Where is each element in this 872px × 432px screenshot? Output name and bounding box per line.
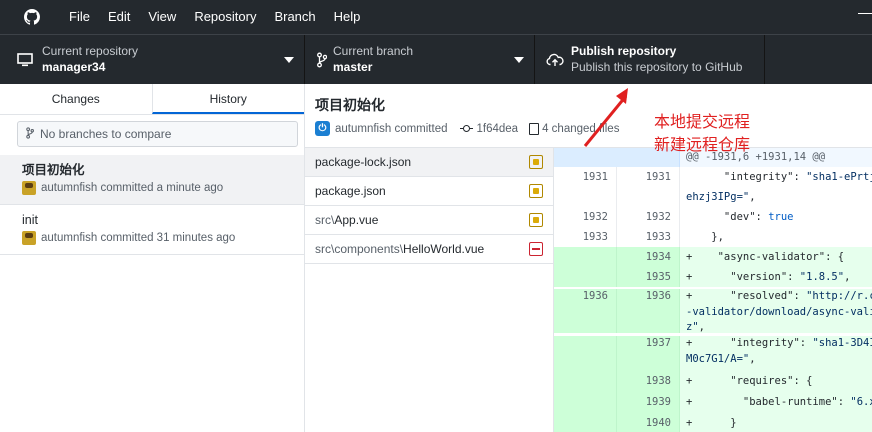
commit-title: init [22, 213, 38, 227]
annotation-arrow-icon [583, 88, 628, 147]
commit-sha[interactable]: 1f64dea [477, 123, 519, 135]
diff-line[interactable]: 1940 + } [554, 413, 872, 432]
annotation-text: 本地提交远程 [654, 112, 751, 131]
file-dir: src\components\ [315, 242, 404, 256]
diff-line[interactable]: 1932 1932 "dev": true [554, 207, 872, 227]
diff-line[interactable]: 1931 1931 "integrity": "sha1-ePrtj ehzj3I… [554, 167, 872, 207]
commit-title: 项目初始化 [22, 163, 85, 177]
diff-line[interactable]: 1937 + "integrity": "sha1-3D4I7 M0c7G1/A… [554, 333, 872, 371]
modified-icon [529, 213, 543, 227]
branch-name: master [333, 60, 373, 74]
tab-changes[interactable]: Changes [0, 84, 152, 114]
file-name: package-lock.json [315, 155, 412, 169]
menu-repository[interactable]: Repository [185, 0, 265, 34]
menu-branch[interactable]: Branch [265, 0, 324, 34]
diff-line[interactable]: 1933 1933 }, [554, 227, 872, 247]
modified-icon [529, 155, 543, 169]
current-repository-button[interactable]: Current repository manager34 [0, 35, 305, 84]
avatar: ⏻ [315, 121, 330, 136]
minimize-icon[interactable] [858, 13, 872, 14]
diff-view: @@ -1931,6 +1931,14 @@ 1931 1931 "integri… [554, 148, 872, 432]
commit-meta: autumnfish committed 31 minutes ago [41, 232, 236, 244]
menu-help[interactable]: Help [325, 0, 370, 34]
sidebar-tabs: Changes History [0, 84, 304, 115]
list-item[interactable]: src\components\ HelloWorld.vue [305, 235, 553, 264]
github-logo-icon [24, 9, 40, 25]
current-branch-button[interactable]: Current branch master [305, 35, 535, 84]
menu-edit[interactable]: Edit [99, 0, 139, 34]
list-item[interactable]: init autumnfish committed 31 minutes ago [0, 205, 304, 255]
file-dir: src\ [315, 213, 335, 227]
diff-line[interactable]: 1938 + "requires": { [554, 371, 872, 392]
compare-branch-input[interactable]: No branches to compare [17, 121, 298, 147]
file-name: package.json [315, 184, 386, 198]
publish-subtitle: Publish this repository to GitHub [571, 60, 743, 74]
list-item[interactable]: src\ App.vue [305, 206, 553, 235]
file-name: App.vue [334, 213, 379, 227]
annotation-text: 新建远程仓库 [654, 135, 751, 154]
menu-file[interactable]: File [60, 0, 99, 34]
publish-title: Publish repository [571, 44, 677, 58]
toolbar: Current repository manager34 Current bra… [0, 34, 872, 84]
desktop-icon [8, 52, 42, 67]
compare-branch-placeholder: No branches to compare [40, 127, 172, 141]
git-commit-icon [459, 124, 473, 133]
modified-icon [529, 184, 543, 198]
publish-repository-button[interactable]: Publish repository Publish this reposito… [535, 35, 765, 84]
deleted-icon [529, 242, 543, 256]
repo-title: Current repository [42, 44, 139, 58]
commit-meta: autumnfish committed a minute ago [41, 182, 224, 194]
diff-line[interactable]: 1935 + "version": "1.8.5", [554, 267, 872, 287]
diff-line[interactable]: 1939 + "babel-runtime": "6.x" [554, 392, 872, 413]
commit-list: 项目初始化 autumnfish committed a minute ago … [0, 155, 304, 255]
changed-files-list: package-lock.json package.json src\ App.v… [305, 148, 554, 432]
list-item[interactable]: 项目初始化 autumnfish committed a minute ago [0, 155, 304, 205]
repo-name: manager34 [42, 60, 106, 74]
diff-line[interactable]: 1934 + "async-validator": { [554, 247, 872, 267]
avatar [22, 181, 36, 195]
avatar [22, 231, 36, 245]
menu-view[interactable]: View [139, 0, 185, 34]
chevron-down-icon [284, 57, 294, 63]
tab-history[interactable]: History [151, 84, 304, 114]
branch-icon [26, 126, 34, 142]
list-item[interactable]: package-lock.json [305, 148, 553, 177]
sidebar: Changes History No branches to compare 项… [0, 84, 305, 432]
file-diff-icon [529, 122, 540, 135]
diff-line[interactable]: 19361936 + "resolved": "http://r.cn -val… [554, 287, 872, 333]
cloud-upload-icon [543, 53, 567, 67]
chevron-down-icon [514, 57, 524, 63]
menu-bar: File Edit View Repository Branch Help [0, 0, 872, 34]
page-title: 项目初始化 [315, 97, 385, 113]
branch-icon [311, 52, 333, 68]
list-item[interactable]: package.json [305, 177, 553, 206]
commit-author: autumnfish committed [335, 122, 448, 135]
branch-title: Current branch [333, 44, 414, 58]
file-name: HelloWorld.vue [403, 242, 485, 256]
